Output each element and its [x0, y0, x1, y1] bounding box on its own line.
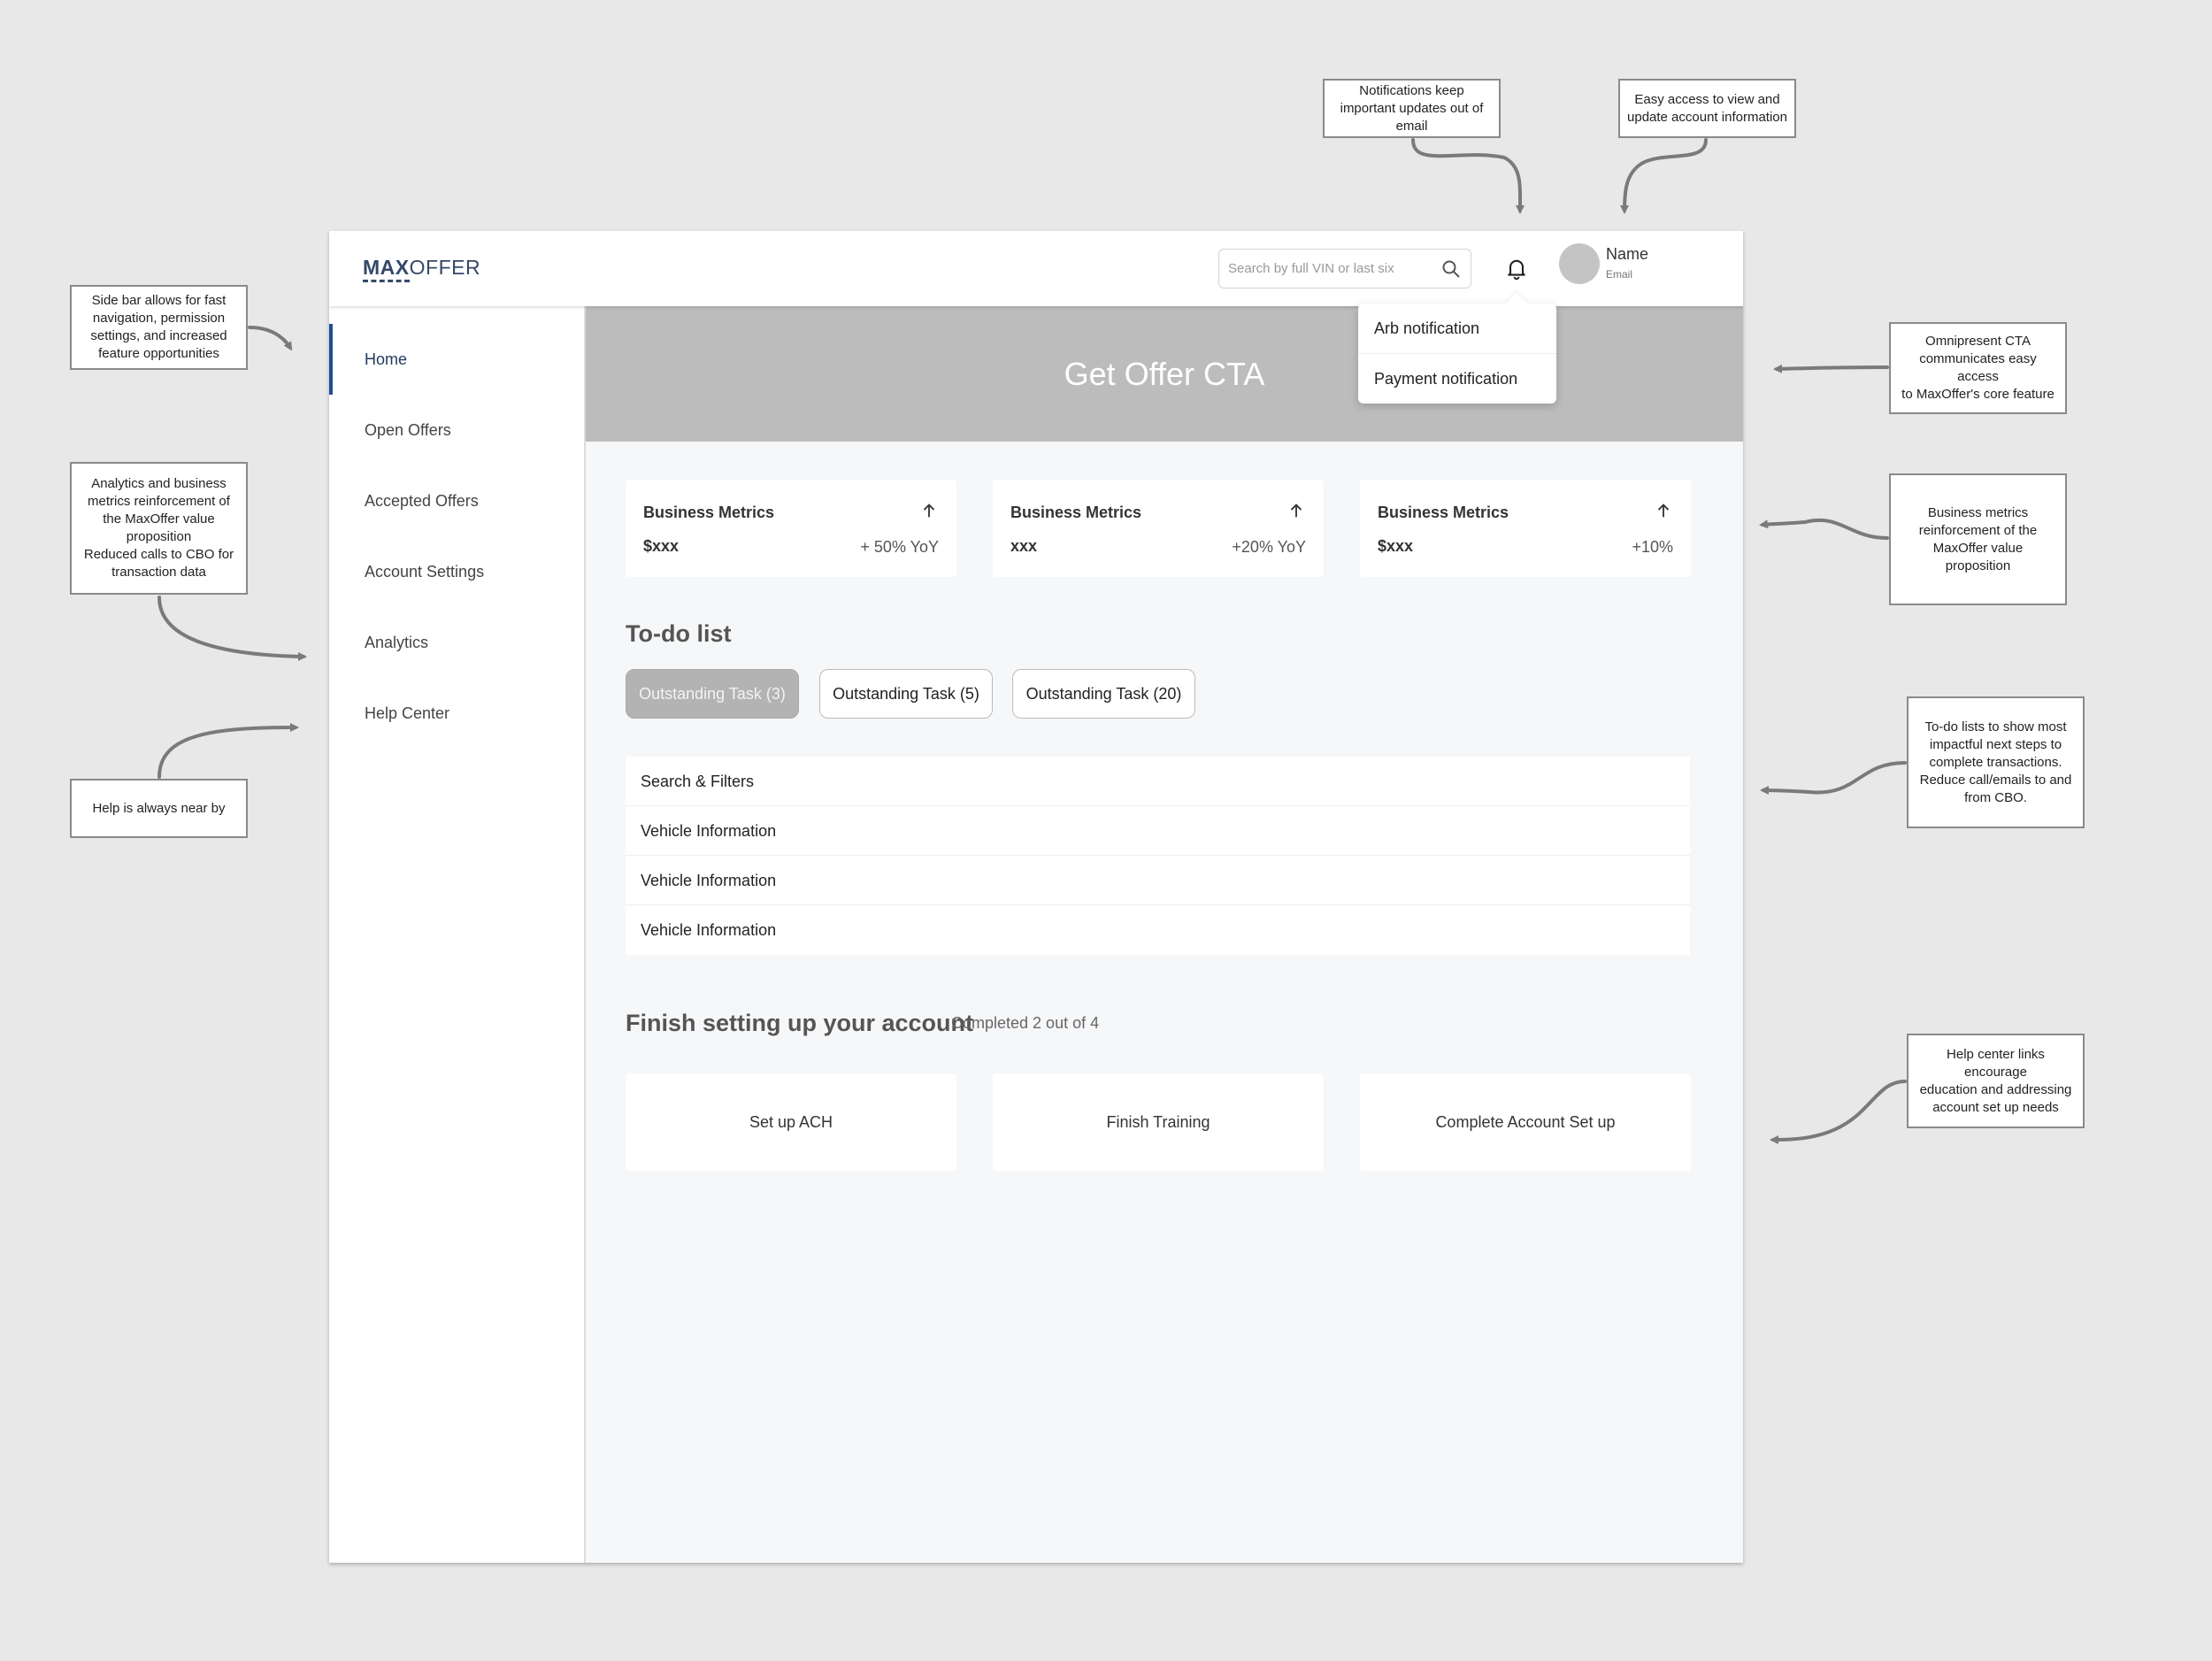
sidebar-item-accepted-offers[interactable]: Accepted Offers: [329, 465, 584, 536]
annotation-sidebar: Side bar allows for fast navigation, per…: [70, 285, 248, 370]
metric-card[interactable]: Business Metrics xxx +20% YoY: [993, 480, 1324, 577]
setup-card-account[interactable]: Complete Account Set up: [1360, 1073, 1691, 1171]
arrow-todo: [1760, 761, 1907, 796]
sidebar-item-analytics[interactable]: Analytics: [329, 607, 584, 678]
annotation-notifications: Notifications keep important updates out…: [1323, 79, 1501, 138]
sidebar-item-help-center[interactable]: Help Center: [329, 678, 584, 749]
get-offer-cta-button[interactable]: Get Offer CTA: [586, 306, 1743, 442]
notification-dropdown: Arb notification Payment notification: [1358, 304, 1556, 404]
task-row-vehicle-information[interactable]: Vehicle Information: [626, 905, 1690, 955]
app-window: MAXOFFER Name Email Arb notification Pay…: [329, 231, 1743, 1563]
tab-outstanding-task-3[interactable]: Outstanding Task (3): [626, 669, 799, 719]
todo-list-title: To-do list: [626, 620, 732, 647]
vin-search-input[interactable]: [1228, 261, 1440, 276]
top-bar: MAXOFFER Name Email: [329, 231, 1743, 306]
search-icon[interactable]: [1440, 258, 1462, 280]
sidebar-item-open-offers[interactable]: Open Offers: [329, 395, 584, 465]
user-name[interactable]: Name: [1606, 245, 1648, 264]
arrow-up-icon: [1657, 504, 1670, 518]
metric-value: $xxx: [1378, 537, 1414, 555]
metric-card[interactable]: Business Metrics $xxx + 50% YoY: [626, 480, 956, 577]
task-row-vehicle-information[interactable]: Vehicle Information: [626, 806, 1690, 856]
tab-outstanding-task-20[interactable]: Outstanding Task (20): [1012, 669, 1195, 719]
metric-title: Business Metrics: [1378, 504, 1509, 521]
arrow-sidebar: [248, 326, 293, 351]
arrow-up-icon: [1290, 504, 1302, 518]
setup-card-training[interactable]: Finish Training: [993, 1073, 1324, 1171]
arrow-account: [1620, 138, 1708, 214]
arrow-analytics: [157, 596, 307, 661]
arrow-cta: [1773, 364, 1889, 373]
sidebar-item-account-settings[interactable]: Account Settings: [329, 536, 584, 607]
setup-card-ach[interactable]: Set up ACH: [626, 1073, 956, 1171]
arrow-help: [157, 723, 299, 779]
annotation-metrics: Business metrics reinforcement of the Ma…: [1889, 473, 2067, 605]
arrow-helpcenter: [1770, 1080, 1907, 1144]
arrow-notifications: [1411, 138, 1525, 214]
metric-title: Business Metrics: [643, 504, 775, 521]
notification-item-payment[interactable]: Payment notification: [1358, 353, 1556, 403]
sidebar: Home Open Offers Accepted Offers Account…: [329, 306, 586, 1563]
maxoffer-logo[interactable]: MAXOFFER: [363, 256, 480, 282]
annotation-helpcenter: Help center links encourage education an…: [1907, 1034, 2085, 1128]
metric-change: + 50% YoY: [860, 538, 939, 556]
arrow-up-icon: [923, 504, 935, 518]
annotation-cta: Omnipresent CTA communicates easy access…: [1889, 322, 2067, 414]
vin-search-box[interactable]: [1218, 249, 1471, 288]
bell-icon[interactable]: [1504, 256, 1529, 281]
notification-item-arb[interactable]: Arb notification: [1358, 304, 1556, 353]
tab-outstanding-task-5[interactable]: Outstanding Task (5): [819, 669, 993, 719]
sidebar-item-home[interactable]: Home: [329, 324, 584, 395]
task-row-vehicle-information[interactable]: Vehicle Information: [626, 856, 1690, 905]
annotation-account: Easy access to view and update account i…: [1618, 79, 1796, 138]
arrow-metrics: [1759, 518, 1889, 540]
metric-value: xxx: [1010, 537, 1038, 555]
main-content: Get Offer CTA Business Metrics $xxx + 50…: [586, 306, 1743, 1563]
avatar[interactable]: [1559, 243, 1600, 284]
todo-task-list: Search & Filters Vehicle Information Veh…: [626, 757, 1690, 955]
setup-progress-text: Completed 2 out of 4: [951, 1014, 1100, 1032]
metric-value: $xxx: [643, 537, 680, 555]
metric-card[interactable]: Business Metrics $xxx +10%: [1360, 480, 1691, 577]
task-row-search-filters[interactable]: Search & Filters: [626, 757, 1690, 806]
user-email: Email: [1606, 268, 1633, 281]
annotation-analytics: Analytics and business metrics reinforce…: [70, 462, 248, 595]
metric-change: +20% YoY: [1232, 538, 1306, 556]
annotation-help: Help is always near by: [70, 779, 248, 838]
annotation-todo: To-do lists to show most impactful next …: [1907, 696, 2085, 828]
setup-section-title: Finish setting up your account: [626, 1010, 974, 1036]
metric-change: +10%: [1632, 538, 1673, 556]
metric-title: Business Metrics: [1010, 504, 1142, 521]
